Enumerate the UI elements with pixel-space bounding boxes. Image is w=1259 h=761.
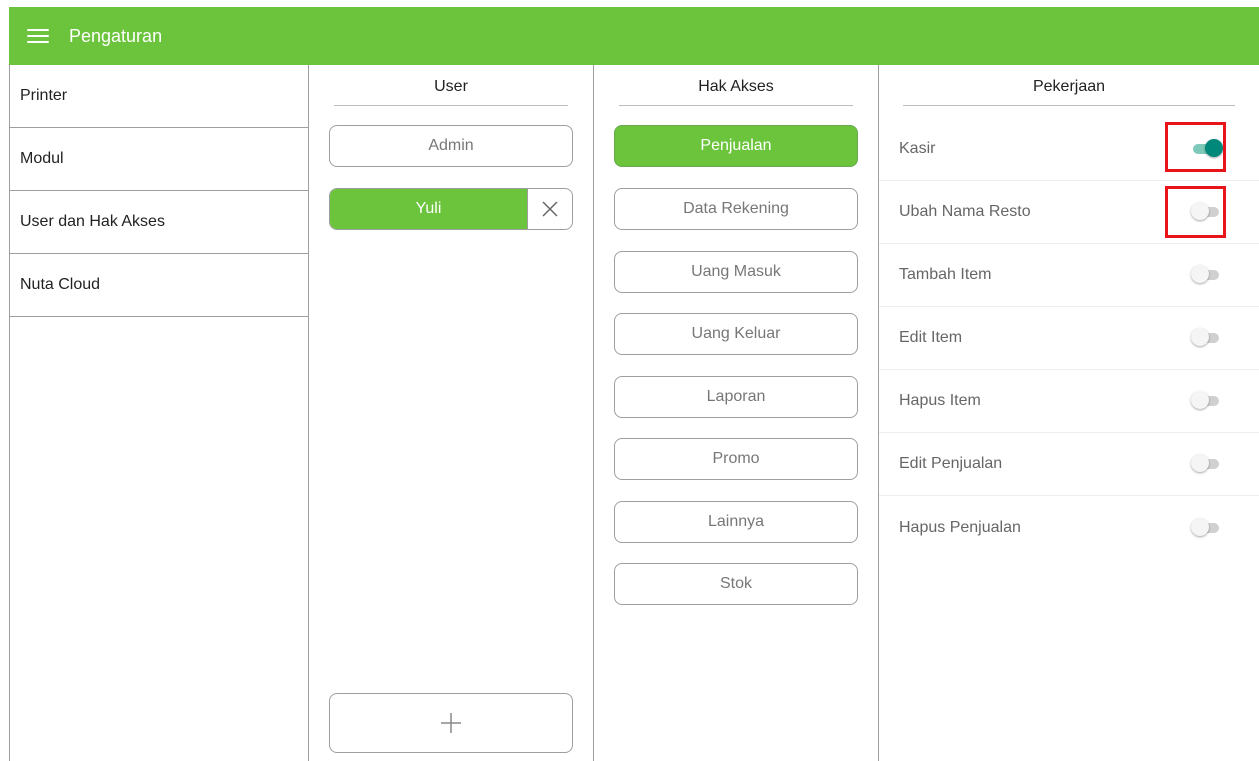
job-label-tambah-item: Tambah Item bbox=[899, 266, 992, 283]
job-row-edit-penjualan: Edit Penjualan bbox=[879, 433, 1259, 496]
job-label-kasir: Kasir bbox=[899, 140, 936, 157]
close-icon[interactable] bbox=[528, 189, 572, 229]
job-row-tambah-item: Tambah Item bbox=[879, 244, 1259, 307]
job-toggle-ubah-nama-resto[interactable] bbox=[1191, 202, 1221, 220]
app-window: Pengaturan Printer Modul User dan Hak Ak… bbox=[9, 7, 1259, 761]
job-toggle-edit-penjualan[interactable] bbox=[1191, 454, 1221, 472]
access-column: Hak Akses Penjualan Data Rekening Uang M… bbox=[594, 65, 879, 761]
access-uang-keluar-button[interactable]: Uang Keluar bbox=[614, 313, 858, 355]
access-lainnya-button[interactable]: Lainnya bbox=[614, 501, 858, 543]
user-column: User Admin Yuli bbox=[309, 65, 594, 761]
job-column: Pekerjaan Kasir Ubah Nama Resto Tambah I… bbox=[879, 65, 1259, 761]
sidebar-item-user-access[interactable]: User dan Hak Akses bbox=[10, 191, 308, 254]
access-laporan-button[interactable]: Laporan bbox=[614, 376, 858, 418]
sidebar-item-nuta-cloud[interactable]: Nuta Cloud bbox=[10, 254, 308, 317]
job-row-hapus-item: Hapus Item bbox=[879, 370, 1259, 433]
access-penjualan-button[interactable]: Penjualan bbox=[614, 125, 858, 167]
job-label-hapus-item: Hapus Item bbox=[899, 392, 981, 409]
page-title: Pengaturan bbox=[69, 25, 163, 46]
user-admin-button[interactable]: Admin bbox=[329, 125, 573, 167]
access-promo-button[interactable]: Promo bbox=[614, 438, 858, 480]
access-data-rekening-button[interactable]: Data Rekening bbox=[614, 188, 858, 230]
user-column-title: User bbox=[334, 78, 568, 106]
job-toggle-hapus-penjualan[interactable] bbox=[1191, 517, 1221, 536]
access-column-title: Hak Akses bbox=[619, 78, 853, 106]
app-bar: Pengaturan bbox=[9, 7, 1259, 65]
plus-icon bbox=[441, 713, 461, 733]
access-uang-masuk-button[interactable]: Uang Masuk bbox=[614, 251, 858, 293]
job-row-hapus-penjualan: Hapus Penjualan bbox=[879, 496, 1259, 559]
sidebar-item-modul[interactable]: Modul bbox=[10, 128, 308, 191]
user-yuli-button[interactable]: Yuli bbox=[329, 188, 573, 230]
user-yuli-label: Yuli bbox=[330, 189, 528, 229]
job-toggle-tambah-item[interactable] bbox=[1191, 265, 1221, 283]
sidebar-item-printer[interactable]: Printer bbox=[10, 65, 308, 128]
job-label-edit-penjualan: Edit Penjualan bbox=[899, 455, 1003, 472]
job-label-ubah-nama-resto: Ubah Nama Resto bbox=[899, 203, 1031, 220]
job-column-title: Pekerjaan bbox=[903, 78, 1235, 106]
access-stok-button[interactable]: Stok bbox=[614, 563, 858, 605]
hamburger-menu-icon[interactable] bbox=[27, 28, 49, 44]
settings-sidebar: Printer Modul User dan Hak Akses Nuta Cl… bbox=[9, 65, 309, 761]
job-toggle-kasir[interactable] bbox=[1191, 139, 1223, 157]
add-user-button[interactable] bbox=[329, 693, 573, 753]
settings-content: Printer Modul User dan Hak Akses Nuta Cl… bbox=[9, 65, 1259, 761]
job-toggle-hapus-item[interactable] bbox=[1191, 391, 1221, 409]
job-label-edit-item: Edit Item bbox=[899, 329, 963, 346]
job-toggle-edit-item[interactable] bbox=[1191, 328, 1221, 346]
job-row-kasir: Kasir bbox=[879, 118, 1259, 181]
job-label-hapus-penjualan: Hapus Penjualan bbox=[899, 518, 1021, 536]
job-row-ubah-nama-resto: Ubah Nama Resto bbox=[879, 181, 1259, 244]
job-row-edit-item: Edit Item bbox=[879, 307, 1259, 370]
